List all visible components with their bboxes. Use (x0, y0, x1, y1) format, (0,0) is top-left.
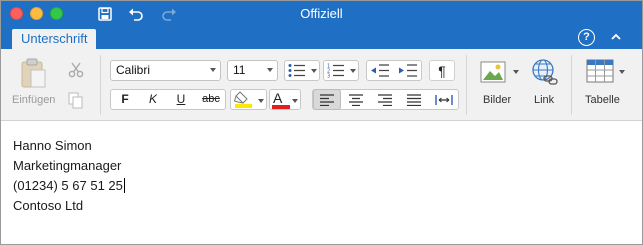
phone-text: (01234) 5 67 51 25 (13, 178, 123, 193)
svg-text:3: 3 (327, 74, 330, 79)
align-right-icon (378, 93, 392, 106)
bullet-list-icon[interactable] (288, 63, 306, 81)
underline-button[interactable]: U (169, 89, 193, 109)
font-size-value: 11 (233, 63, 246, 77)
font-size-select[interactable]: 11 (227, 60, 278, 81)
pictures-label[interactable]: Bilder (483, 94, 511, 106)
font-color-swatch (272, 105, 290, 109)
ribbon-tab-row: Unterschrift ? (1, 27, 642, 49)
show-formatting-button[interactable]: ¶ (429, 60, 455, 81)
picture-icon[interactable] (480, 59, 508, 88)
chevron-down-icon[interactable] (292, 99, 298, 103)
signature-text-area[interactable]: Hanno Simon Marketingmanager (01234) 5 6… (1, 122, 642, 244)
ribbon-divider (571, 55, 572, 115)
signature-line-phone: (01234) 5 67 51 25 (13, 178, 125, 193)
distributed-icon (434, 94, 453, 105)
bold-button[interactable]: F (113, 89, 137, 109)
highlighter-icon[interactable] (233, 91, 254, 111)
justify-icon (407, 93, 421, 106)
align-center-icon (349, 93, 363, 106)
align-right-button[interactable] (371, 89, 399, 110)
justify-button[interactable] (400, 89, 428, 110)
ribbon: Einfügen Calibri 11 F K U abc A 1 2 3 ¶ … (1, 49, 642, 121)
chevron-down-icon[interactable] (513, 70, 519, 74)
ribbon-divider (466, 55, 467, 115)
help-icon[interactable]: ? (578, 29, 595, 46)
distributed-button[interactable] (429, 89, 458, 110)
scissors-icon (67, 61, 85, 79)
copy-icon (67, 91, 85, 109)
decrease-indent-icon[interactable] (370, 63, 390, 81)
numbered-list-icon[interactable]: 123 (327, 63, 345, 81)
paste-label: Einfügen (12, 94, 56, 106)
title-bar: Offiziell (1, 1, 642, 27)
signature-line-name: Hanno Simon (13, 138, 92, 153)
chevron-down-icon[interactable] (258, 99, 264, 103)
table-label[interactable]: Tabelle (585, 94, 620, 106)
align-center-button[interactable] (342, 89, 370, 110)
tab-signature[interactable]: Unterschrift (12, 29, 97, 49)
table-icon[interactable] (586, 58, 614, 87)
text-cursor (123, 178, 125, 193)
italic-button[interactable]: K (141, 89, 165, 109)
font-color-letter[interactable]: A (273, 90, 282, 106)
link-label[interactable]: Link (534, 94, 554, 106)
align-left-button[interactable] (313, 89, 341, 110)
link-icon[interactable] (529, 57, 559, 90)
chevron-down-icon (210, 68, 216, 72)
signature-line-company: Contoso Ltd (13, 198, 84, 213)
chevron-down-icon[interactable] (311, 69, 317, 73)
font-family-value: Calibri (116, 63, 151, 77)
chevron-down-icon (267, 68, 273, 72)
window-title: Offiziell (300, 6, 343, 21)
clipboard-icon (18, 57, 48, 89)
ribbon-divider (100, 55, 101, 115)
signature-line-title: Marketingmanager (13, 158, 122, 173)
align-left-icon (320, 93, 334, 106)
increase-indent-icon[interactable] (398, 63, 418, 81)
chevron-down-icon[interactable] (350, 69, 356, 73)
font-family-select[interactable]: Calibri (110, 60, 221, 81)
signature-editor-window: Offiziell Unterschrift ? Einfügen Calibr… (0, 0, 643, 245)
chevron-down-icon[interactable] (619, 70, 625, 74)
chevron-up-icon[interactable] (609, 30, 623, 44)
strikethrough-button[interactable]: abc (197, 89, 225, 109)
